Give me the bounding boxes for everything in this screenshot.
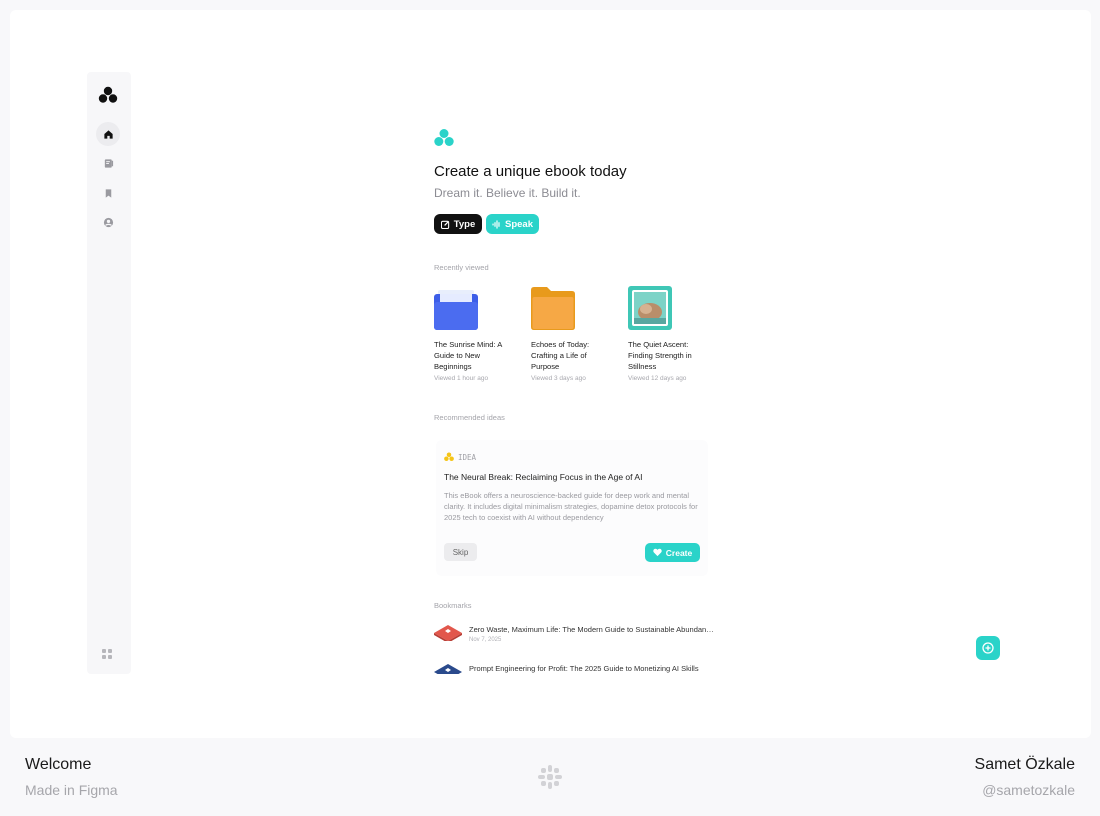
- footer-subtitle: Made in Figma: [25, 782, 118, 798]
- bookmark-title: Prompt Engineering for Profit: The 2025 …: [469, 664, 699, 673]
- blue-folder-icon: [434, 286, 478, 330]
- sidebar-item-home[interactable]: [96, 122, 120, 146]
- sidebar-item-bookmarks[interactable]: [96, 181, 120, 205]
- author-handle[interactable]: @sametozkale: [982, 782, 1075, 798]
- type-button[interactable]: Type: [434, 214, 482, 234]
- plus-circle-icon: [982, 642, 994, 654]
- bookmark-item[interactable]: Zero Waste, Maximum Life: The Modern Gui…: [434, 625, 724, 651]
- page-title: Create a unique ebook today: [434, 163, 627, 180]
- recent-item-title: The Sunrise Mind: A Guide to New Beginni…: [434, 340, 502, 371]
- grid-icon[interactable]: [101, 648, 113, 660]
- recent-item[interactable]: Echoes of Today: Crafting a Life of Purp…: [531, 286, 611, 382]
- idea-tag: IDEA: [444, 452, 476, 462]
- recent-item-time: Viewed 1 hour ago: [434, 375, 489, 382]
- create-button-label: Create: [665, 547, 693, 558]
- recent-item[interactable]: The Sunrise Mind: A Guide to New Beginni…: [434, 286, 514, 382]
- bookmark-title: Zero Waste, Maximum Life: The Modern Gui…: [469, 625, 714, 634]
- recent-item-time: Viewed 12 days ago: [628, 375, 687, 382]
- pencil-icon: [440, 220, 449, 229]
- type-button-label: Type: [453, 218, 476, 230]
- recent-item[interactable]: The Quiet Ascent: Finding Strength in St…: [628, 286, 708, 382]
- recent-item-title: The Quiet Ascent: Finding Strength in St…: [628, 340, 692, 371]
- idea-card: IDEA The Neural Break: Reclaiming Focus …: [436, 440, 708, 576]
- bookmark-item[interactable]: Prompt Engineering for Profit: The 2025 …: [434, 664, 724, 674]
- recommended-ideas-label: Recommended ideas: [434, 413, 505, 422]
- bookmark-icon: [105, 188, 111, 198]
- footer-title: Welcome: [25, 756, 92, 773]
- red-book-icon: [434, 625, 462, 641]
- heart-icon: [653, 548, 662, 557]
- home-icon: [103, 129, 113, 139]
- recent-item-time: Viewed 3 days ago: [531, 375, 586, 382]
- navy-book-icon: [434, 664, 462, 674]
- bookmarks-label: Bookmarks: [434, 601, 472, 610]
- orange-folder-icon: [531, 286, 575, 330]
- sidebar: [87, 72, 131, 674]
- trefoil-logo-icon: [444, 452, 454, 461]
- page-subtitle: Dream it. Believe it. Build it.: [434, 186, 581, 200]
- speak-button-label: Speak: [505, 218, 533, 230]
- trefoil-logo-icon[interactable]: [98, 86, 118, 104]
- idea-description: This eBook offers a neuroscience-backed …: [444, 491, 698, 522]
- user-circle-icon: [103, 217, 113, 227]
- skip-button[interactable]: Skip: [444, 543, 477, 561]
- idea-title: The Neural Break: Reclaiming Focus in th…: [444, 472, 643, 482]
- idea-tag-label: IDEA: [458, 452, 477, 462]
- create-button[interactable]: Create: [645, 543, 700, 562]
- add-fab-button[interactable]: [976, 636, 1000, 660]
- trefoil-logo-icon: [434, 129, 454, 146]
- sidebar-item-library[interactable]: [96, 151, 120, 175]
- waveform-icon: [492, 219, 500, 229]
- speak-button[interactable]: Speak: [486, 214, 539, 234]
- bookmark-date: Nov 7, 2025: [469, 637, 502, 643]
- recently-viewed-label: Recently viewed: [434, 263, 489, 272]
- figma-spinner-icon: [538, 765, 562, 789]
- recent-item-title: Echoes of Today: Crafting a Life of Purp…: [531, 340, 590, 371]
- book-icon: [104, 158, 113, 168]
- photo-thumbnail: [628, 286, 672, 330]
- sidebar-item-profile[interactable]: [96, 210, 120, 234]
- author-name: Samet Özkale: [974, 756, 1075, 773]
